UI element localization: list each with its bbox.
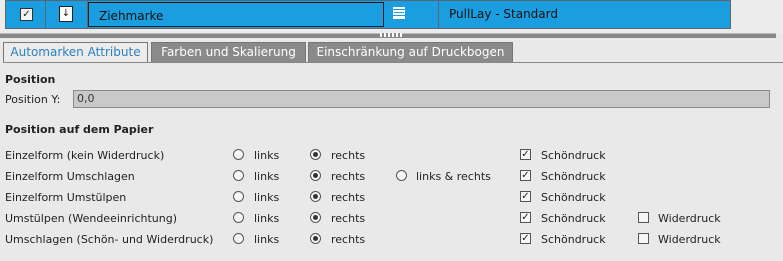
checkbox-schoendruck[interactable]: ✓ bbox=[520, 212, 531, 223]
radio-rechts-label: rechts bbox=[331, 170, 366, 183]
radio-links[interactable] bbox=[233, 191, 244, 202]
row-label-einzelform-umschlagen: Einzelform Umschlagen bbox=[5, 170, 135, 183]
checkbox-schoendruck[interactable]: ✓ bbox=[520, 149, 531, 160]
enabled-cell: ✓ bbox=[6, 1, 46, 28]
radio-links[interactable] bbox=[233, 212, 244, 223]
layout-name: PullLay - Standard bbox=[449, 7, 558, 21]
checkbox-widerdruck[interactable] bbox=[638, 212, 649, 223]
radio-links-label: links bbox=[254, 233, 280, 246]
radio-links-label: links bbox=[254, 212, 280, 225]
radio-links-label: links bbox=[254, 149, 280, 162]
row-label-einzelform-umstuelpen: Einzelform Umstülpen bbox=[5, 191, 127, 204]
radio-rechts[interactable] bbox=[310, 212, 321, 223]
tab-farben-und-skalierung[interactable]: Farben und Skalierung bbox=[151, 42, 306, 62]
node-list: ✓ ↓ Ziehmarke PullLay - Standard bbox=[0, 0, 783, 38]
checkbox-widerdruck-label: Widerdruck bbox=[658, 212, 721, 225]
checkbox-widerdruck-label: Widerdruck bbox=[658, 233, 721, 246]
node-name: Ziehmarke bbox=[99, 9, 164, 23]
position-y-label: Position Y: bbox=[5, 93, 61, 106]
checkbox-schoendruck-label: Schöndruck bbox=[541, 170, 606, 183]
splitter-grip-icon[interactable] bbox=[380, 33, 402, 37]
selected-node-row[interactable]: ✓ ↓ Ziehmarke PullLay - Standard bbox=[5, 0, 731, 29]
grid-cell bbox=[384, 1, 439, 28]
tab-einschraenkung-auf-druckbogen[interactable]: Einschränkung auf Druckbogen bbox=[308, 42, 513, 62]
pin-icon[interactable]: ↓ bbox=[59, 6, 73, 22]
position-heading: Position bbox=[5, 73, 56, 86]
radio-links[interactable] bbox=[233, 170, 244, 181]
radio-rechts-label: rechts bbox=[331, 149, 366, 162]
row-label-umstuelpen-wendeeinrichtung: Umstülpen (Wendeeinrichtung) bbox=[5, 212, 177, 225]
row-label-einzelform-kein-widerdruck: Einzelform (kein Widerdruck) bbox=[5, 149, 165, 162]
pin-cell: ↓ bbox=[46, 1, 88, 28]
radio-links-rechts[interactable] bbox=[396, 170, 407, 181]
checkbox-schoendruck-label: Schöndruck bbox=[541, 212, 606, 225]
row-label-umschlagen-schoen-und-widerdruck: Umschlagen (Schön- und Widerdruck) bbox=[5, 233, 214, 246]
radio-rechts[interactable] bbox=[310, 191, 321, 202]
radio-links[interactable] bbox=[233, 233, 244, 244]
paper-position-heading: Position auf dem Papier bbox=[5, 123, 154, 136]
checkbox-schoendruck-label: Schöndruck bbox=[541, 191, 606, 204]
checkbox-schoendruck-label: Schöndruck bbox=[541, 149, 606, 162]
radio-rechts[interactable] bbox=[310, 149, 321, 160]
checkbox-schoendruck[interactable]: ✓ bbox=[520, 191, 531, 202]
checkbox-schoendruck[interactable]: ✓ bbox=[520, 233, 531, 244]
radio-links-label: links bbox=[254, 191, 280, 204]
layout-cell[interactable]: PullLay - Standard bbox=[439, 1, 732, 28]
radio-links[interactable] bbox=[233, 149, 244, 160]
radio-rechts-label: rechts bbox=[331, 212, 366, 225]
checkbox-widerdruck[interactable] bbox=[638, 233, 649, 244]
position-y-input[interactable]: 0,0 bbox=[73, 90, 770, 108]
checkbox-schoendruck-label: Schöndruck bbox=[541, 233, 606, 246]
radio-rechts-label: rechts bbox=[331, 191, 366, 204]
radio-links-rechts-label: links & rechts bbox=[416, 170, 491, 183]
name-cell[interactable]: Ziehmarke bbox=[88, 2, 384, 27]
radio-rechts[interactable] bbox=[310, 233, 321, 244]
enabled-checkbox[interactable]: ✓ bbox=[20, 8, 33, 21]
tab-divider bbox=[3, 62, 783, 63]
checkbox-schoendruck[interactable]: ✓ bbox=[520, 170, 531, 181]
tab-automarken-attribute[interactable]: Automarken Attribute bbox=[3, 42, 148, 63]
radio-links-label: links bbox=[254, 170, 280, 183]
radio-rechts-label: rechts bbox=[331, 233, 366, 246]
grid-icon bbox=[393, 7, 405, 19]
radio-rechts[interactable] bbox=[310, 170, 321, 181]
